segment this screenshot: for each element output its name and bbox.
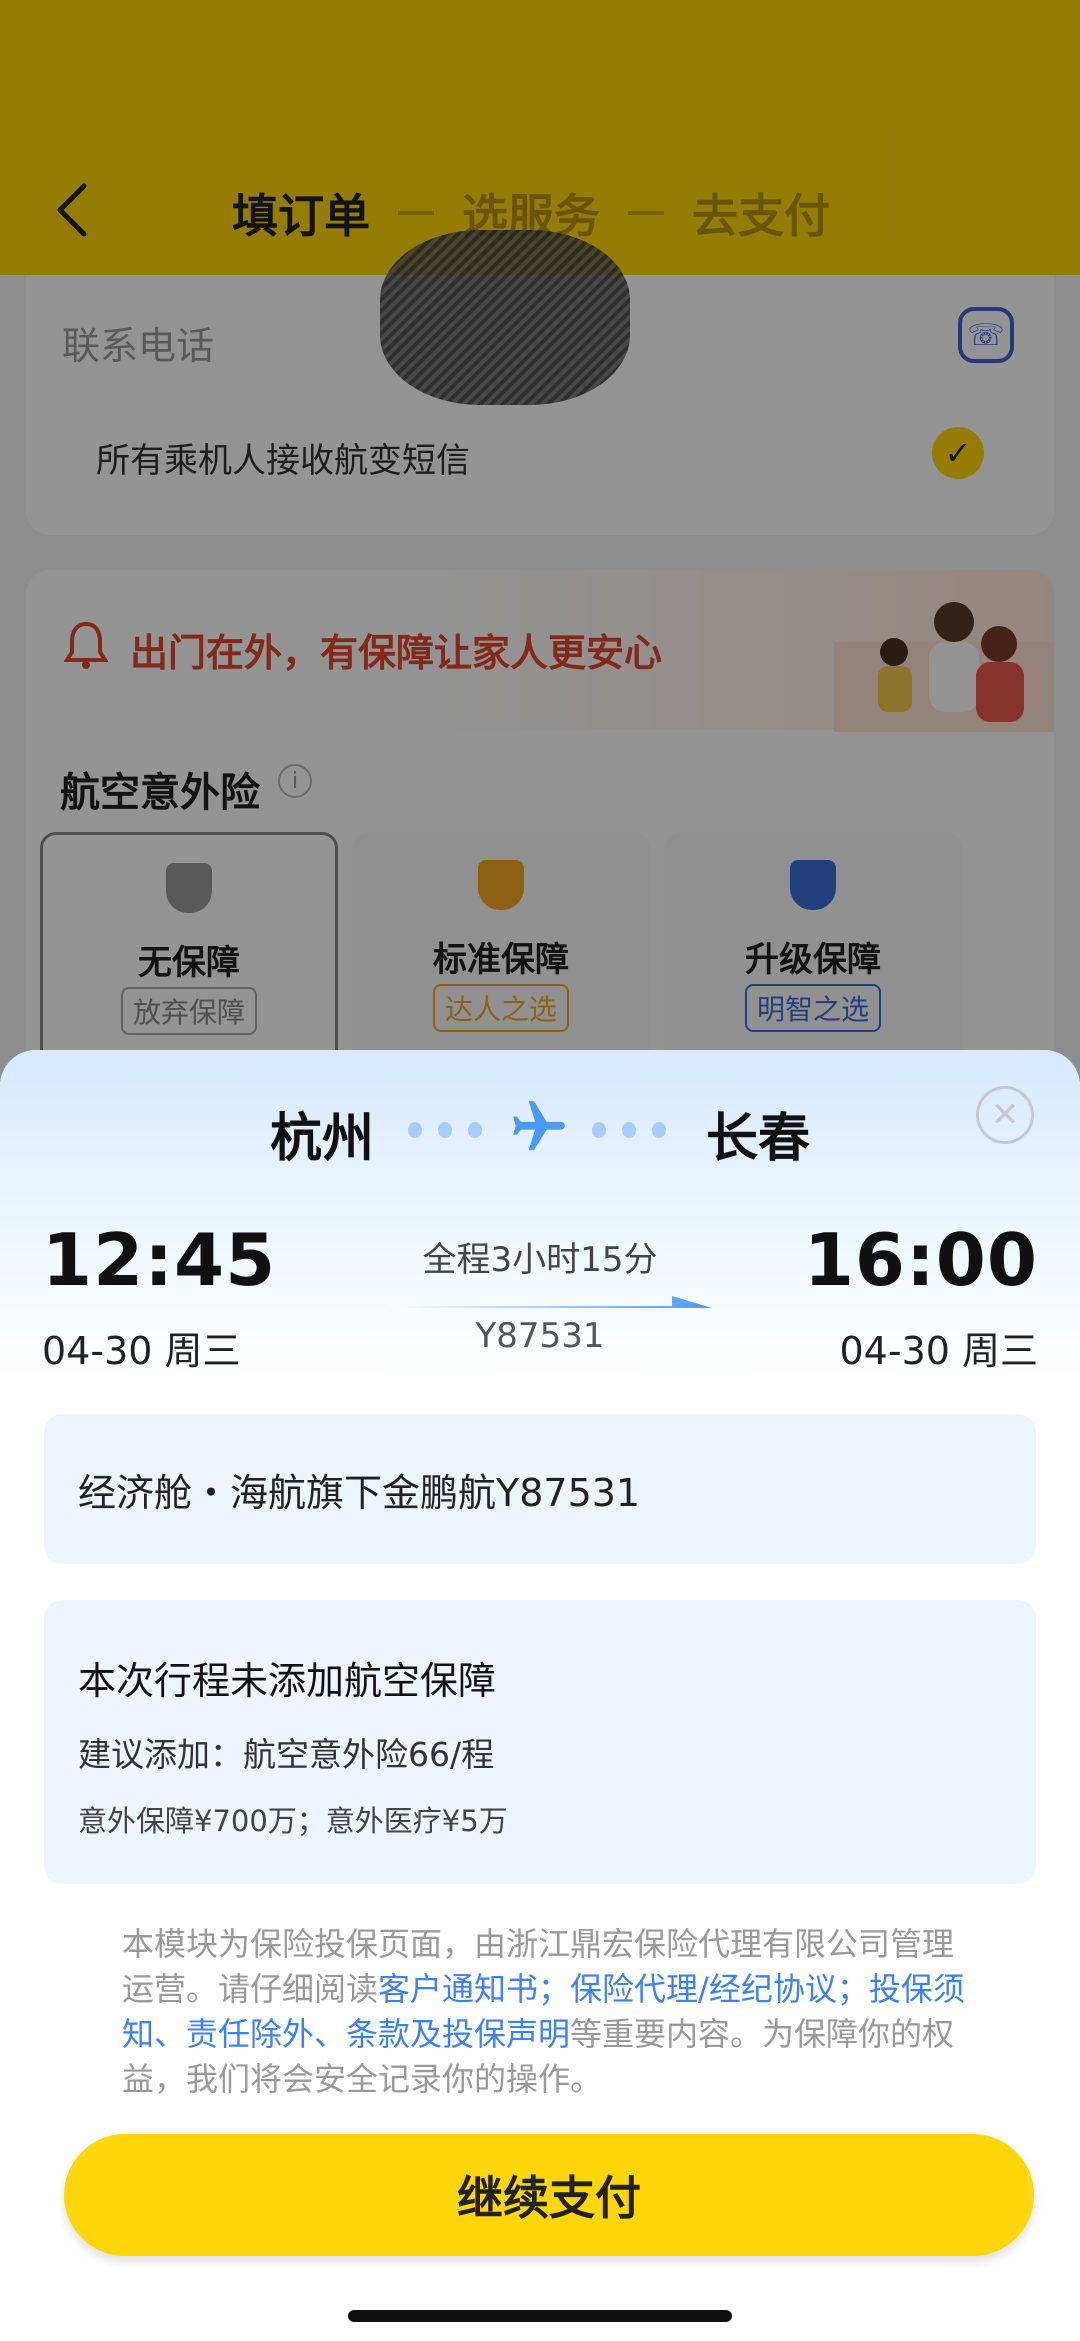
- insurance-suggestion: 建议添加：航空意外险66/程: [78, 1735, 495, 1774]
- continue-payment-button[interactable]: 继续支付: [64, 2134, 1034, 2256]
- agency-agreement-link[interactable]: 保险代理/经纪协议: [570, 1970, 837, 2008]
- home-indicator: [348, 2310, 732, 2322]
- coverage-detail: 意外保障¥700万；意外医疗¥5万: [78, 1804, 508, 1838]
- insurance-disclaimer: 本模块为保险投保页面，由浙江鼎宏保险代理有限公司管理运营。请仔细阅读客户通知书；…: [122, 1922, 972, 2102]
- arrival-date: 04-30 周三: [839, 1329, 1039, 1373]
- route-dots-left: [408, 1122, 482, 1138]
- no-insurance-title: 本次行程未添加航空保障: [78, 1659, 497, 1703]
- route-dots-right: [592, 1122, 666, 1138]
- cabin-info: 经济舱・海航旗下金鹏航Y87531: [78, 1471, 641, 1515]
- close-icon[interactable]: ✕: [976, 1086, 1034, 1144]
- duration-arrow: [388, 1296, 712, 1308]
- customer-notice-link[interactable]: 客户通知书: [378, 1970, 538, 2008]
- airplane-icon: [513, 1101, 565, 1151]
- flight-sheet: ✕ 杭州 长春 12:45 16:00 全程3小时15分 Y87531 04-3…: [0, 1050, 1080, 2341]
- departure-city: 杭州: [270, 1109, 375, 1169]
- arrival-city: 长春: [706, 1109, 811, 1169]
- disclaimer-separator: ；: [538, 1970, 571, 2008]
- disclaimer-separator: ；: [836, 1970, 869, 2008]
- cabin-info-box: 经济舱・海航旗下金鹏航Y87531: [44, 1414, 1036, 1564]
- departure-date: 04-30 周三: [42, 1329, 241, 1373]
- insurance-notice-box: 本次行程未添加航空保障 建议添加：航空意外险66/程 意外保障¥700万；意外医…: [44, 1600, 1036, 1884]
- flight-duration: 全程3小时15分: [422, 1240, 658, 1280]
